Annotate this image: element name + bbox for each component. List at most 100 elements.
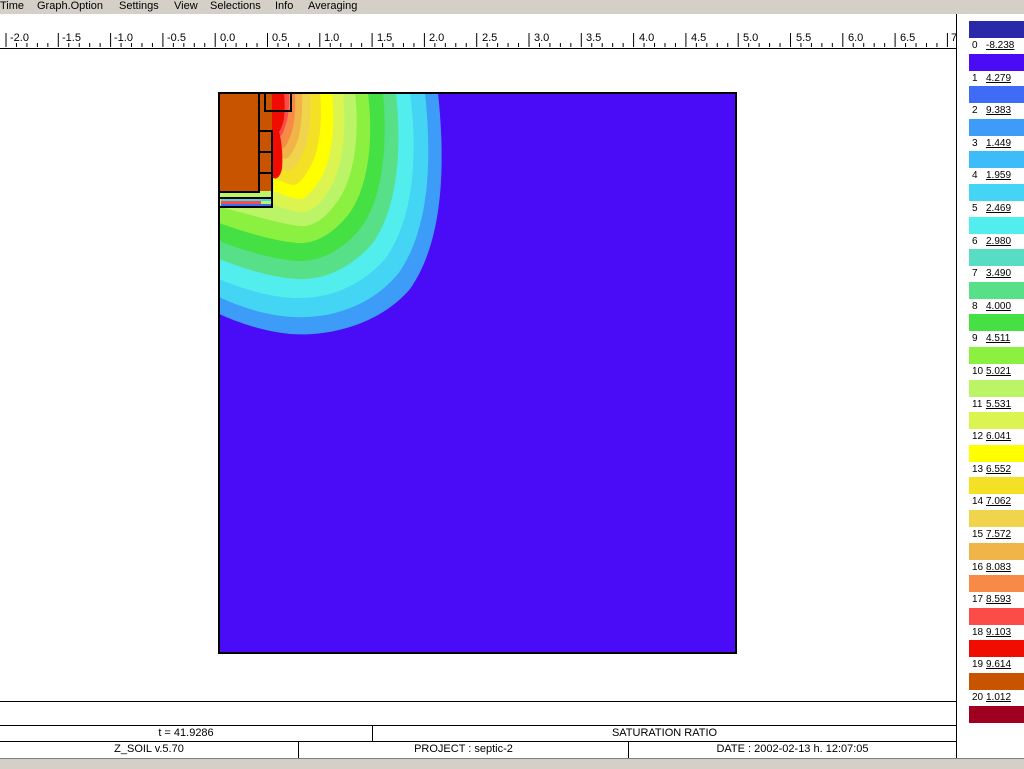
legend-swatch bbox=[969, 21, 1024, 38]
legend-swatch bbox=[969, 477, 1024, 495]
legend-swatch bbox=[969, 86, 1024, 104]
menu-info[interactable]: Info bbox=[275, 0, 293, 12]
legend-entry: 17 8.593 bbox=[972, 594, 1024, 605]
legend-value: 4.000 bbox=[986, 300, 1012, 312]
ruler-label: 0.5 bbox=[272, 32, 288, 44]
legend-index: 18 bbox=[972, 626, 984, 638]
legend-value: 9.383 bbox=[986, 105, 1012, 117]
ruler-label: 3.5 bbox=[586, 32, 602, 44]
legend-value: 5.021 bbox=[986, 366, 1012, 377]
legend-index: 16 bbox=[972, 561, 984, 573]
legend-swatch bbox=[969, 53, 1024, 71]
ruler-label: -1.0 bbox=[114, 32, 133, 44]
legend-value: 1.449 bbox=[986, 137, 1012, 149]
legend-swatch bbox=[969, 184, 1024, 201]
legend-index: 15 bbox=[972, 529, 984, 540]
legend-index: 10 bbox=[972, 366, 984, 377]
horizontal-ruler: -2.0 -1.5 -1.0 -0.5 0.0 0.5 1.0 1.5 2.0 … bbox=[0, 14, 957, 49]
legend-entry: 11 5.531 bbox=[972, 399, 1024, 410]
legend-swatch bbox=[969, 216, 1024, 234]
software-version: Z_SOIL v.5.70 bbox=[114, 743, 184, 755]
ruler-label: 1.0 bbox=[324, 32, 340, 44]
legend-index: 1 bbox=[972, 72, 978, 84]
legend-index: 6 bbox=[972, 235, 978, 247]
legend-value: 6.041 bbox=[986, 431, 1012, 443]
menu-bar: Time Graph.Option Settings View Selectio… bbox=[0, 0, 1024, 14]
menu-graph-option[interactable]: Graph.Option bbox=[37, 0, 103, 12]
legend-value: 8.593 bbox=[986, 594, 1012, 606]
legend-swatch bbox=[969, 314, 1024, 332]
ruler-label: 2.0 bbox=[429, 32, 445, 44]
legend-entry: 9 4.511 bbox=[972, 333, 1024, 344]
menu-settings[interactable]: Settings bbox=[119, 0, 159, 12]
legend-value: 6.552 bbox=[986, 463, 1012, 475]
contour-plot bbox=[218, 92, 737, 654]
legend-index: 14 bbox=[972, 496, 984, 508]
time-readout: t = 41.9286 bbox=[158, 727, 214, 739]
legend-value: 4.511 bbox=[986, 333, 1011, 345]
legend-index: 12 bbox=[972, 431, 984, 443]
legend-swatch bbox=[969, 575, 1024, 593]
menu-time[interactable]: Time bbox=[0, 0, 24, 12]
legend-entry: 1 4.279 bbox=[972, 73, 1024, 84]
legend-entry: 16 8.083 bbox=[972, 562, 1024, 573]
menu-averaging[interactable]: Averaging bbox=[308, 0, 357, 12]
legend-value: 1.012 bbox=[986, 692, 1012, 703]
color-legend: 0 -8.238 1 4.279 2 9.383 3 1.449 4 1.959 5 2.469 6 2.… bbox=[957, 14, 1024, 758]
ruler-label: 4.5 bbox=[691, 32, 707, 44]
menu-view[interactable]: View bbox=[174, 0, 198, 12]
quantity-name: SATURATION RATIO bbox=[611, 727, 718, 739]
ruler-label: 1.5 bbox=[377, 32, 393, 44]
legend-entry: 20 1.012 bbox=[972, 692, 1024, 703]
legend-index: 19 bbox=[972, 659, 984, 671]
legend-index: 5 bbox=[972, 203, 978, 214]
legend-swatch bbox=[969, 705, 1024, 723]
ruler-label: -1.5 bbox=[62, 32, 81, 44]
legend-index: 9 bbox=[972, 333, 978, 345]
legend-index: 7 bbox=[972, 268, 978, 280]
plot-footer-divider bbox=[0, 701, 956, 702]
menu-selections[interactable]: Selections bbox=[210, 0, 261, 12]
ruler-label: 2.5 bbox=[482, 32, 498, 44]
legend-index: 17 bbox=[972, 594, 984, 606]
legend-entry: 13 6.552 bbox=[972, 464, 1024, 475]
legend-value: 5.531 bbox=[986, 398, 1012, 410]
project-name: PROJECT : septic-2 bbox=[414, 743, 513, 755]
legend-swatch bbox=[969, 281, 1024, 299]
legend-entry: 0 -8.238 bbox=[972, 40, 1024, 51]
legend-value: 9.614 bbox=[986, 659, 1012, 671]
legend-entry: 12 6.041 bbox=[972, 431, 1024, 442]
legend-swatch bbox=[969, 542, 1024, 560]
ruler-label: 5.5 bbox=[796, 32, 812, 44]
legend-value: 1.959 bbox=[986, 170, 1012, 182]
legend-value: 7.572 bbox=[986, 529, 1012, 540]
legend-entry: 14 7.062 bbox=[972, 496, 1024, 507]
legend-entry: 5 2.469 bbox=[972, 203, 1024, 214]
legend-entry: 10 5.021 bbox=[972, 366, 1024, 377]
legend-entry: 7 3.490 bbox=[972, 268, 1024, 279]
legend-index: 4 bbox=[972, 170, 978, 182]
legend-value: 7.062 bbox=[986, 496, 1012, 508]
ruler-label: 6.0 bbox=[848, 32, 864, 44]
ruler-label: -0.5 bbox=[167, 32, 186, 44]
ruler-label: -2.0 bbox=[10, 32, 29, 44]
legend-entry: 19 9.614 bbox=[972, 659, 1024, 670]
legend-value: 9.103 bbox=[986, 626, 1012, 638]
legend-swatch bbox=[969, 249, 1024, 267]
legend-value: 2.980 bbox=[986, 235, 1012, 247]
legend-swatch bbox=[969, 640, 1024, 658]
legend-value: 3.490 bbox=[986, 268, 1012, 280]
legend-entry: 18 9.103 bbox=[972, 627, 1024, 638]
legend-index: 2 bbox=[972, 105, 978, 117]
window-bottom-edge bbox=[0, 758, 1024, 769]
ruler-ticks bbox=[5, 33, 948, 47]
legend-index: 11 bbox=[972, 398, 983, 410]
legend-entry: 6 2.980 bbox=[972, 236, 1024, 247]
legend-index: 13 bbox=[972, 463, 984, 475]
legend-value: 2.469 bbox=[986, 203, 1012, 214]
legend-value: 4.279 bbox=[986, 72, 1012, 84]
legend-entry: 15 7.572 bbox=[972, 529, 1024, 540]
legend-swatch bbox=[969, 347, 1024, 364]
legend-value: -8.238 bbox=[986, 40, 1015, 51]
legend-index: 0 bbox=[972, 40, 978, 51]
